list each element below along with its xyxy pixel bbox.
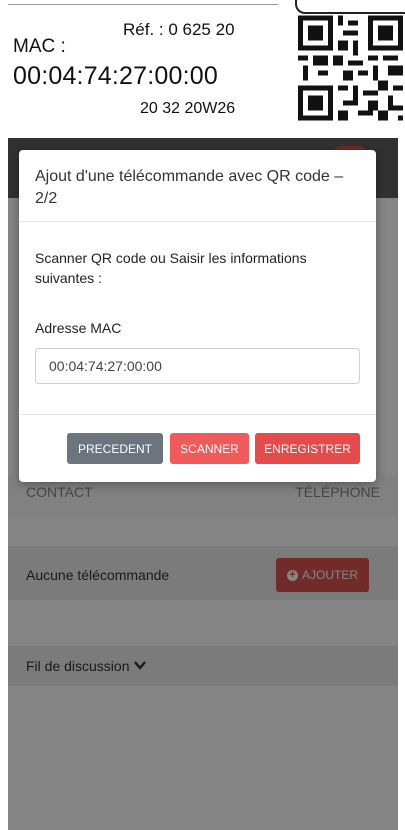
reference-number: Réf. : 0 625 20 [123,20,235,39]
mac-field-label: Adresse MAC [35,320,122,336]
product-code: 20 32 20W26 [140,100,236,117]
modal-instruction: Scanner QR code ou Saisir les informatio… [35,250,307,286]
device-label: Réf. : 0 625 20 MAC : 00:04:74:27:00:00 … [0,0,405,138]
add-remote-modal: Ajout d'une télécommande avec QR code – … [19,150,376,482]
mac-caption: MAC : [13,36,66,57]
mac-address-input[interactable] [35,348,360,384]
phone-screen: CONTACT TÉLÉPHONE Aucune télécommande + … [8,138,398,830]
save-button[interactable]: ENREGISTRER [255,433,360,464]
mac-address-value: 00:04:74:27:00:00 [13,62,218,90]
previous-button[interactable]: PRECEDENT [67,433,163,464]
qr-code-icon [298,15,403,121]
label-divider [8,4,278,5]
scan-button[interactable]: SCANNER [170,433,249,464]
label-frame-corner [295,0,405,14]
modal-title: Ajout d'une télécommande avec QR code – … [35,168,344,207]
modal-footer-divider [19,414,376,415]
modal-header: Ajout d'une télécommande avec QR code – … [19,150,376,222]
